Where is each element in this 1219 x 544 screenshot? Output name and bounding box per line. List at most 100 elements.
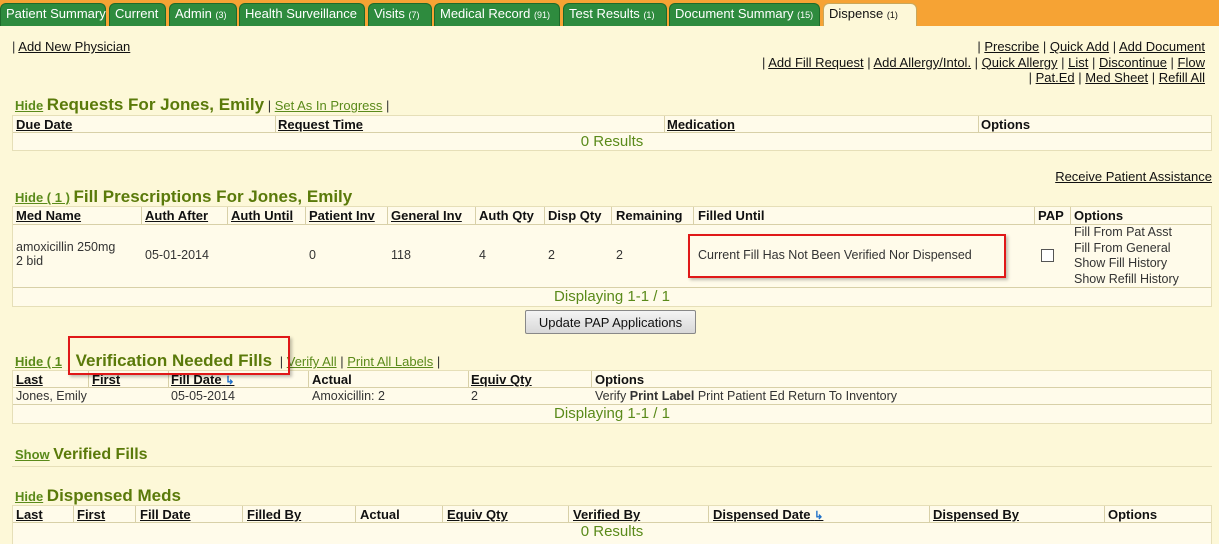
tab-patient-summary[interactable]: Patient Summary — [0, 3, 106, 26]
tab-visits[interactable]: Visits (7) — [368, 3, 432, 26]
dispensed-title: Dispensed Meds — [46, 486, 181, 505]
fill-title: Fill Prescriptions For Jones, Emily — [73, 187, 353, 206]
tab-medical-record[interactable]: Medical Record (91) — [434, 3, 560, 26]
last-cell: Jones, Emily — [16, 389, 87, 403]
auth-qty-cell: 4 — [479, 248, 486, 262]
tab-count: (3) — [215, 10, 227, 20]
col-filled-by[interactable]: Filled By — [247, 507, 301, 522]
prescribe-link[interactable]: Prescribe — [984, 39, 1039, 54]
col-verify-options: Options — [595, 372, 645, 387]
col-actual: Actual — [312, 372, 352, 387]
col-options: Options — [981, 117, 1031, 132]
flow-link[interactable]: Flow — [1178, 55, 1205, 70]
tab-bar: Patient Summary Current Admin (3) Health… — [0, 0, 1219, 26]
col-remaining: Remaining — [616, 208, 683, 223]
top-left-links: | Add New Physician — [12, 39, 131, 54]
actual-cell: Amoxicillin: 2 — [312, 389, 385, 403]
print-label-link[interactable]: Print Label — [630, 389, 695, 403]
dispensed-hide-link[interactable]: Hide — [15, 489, 43, 504]
fill-header: Hide ( 1 ) Fill Prescriptions For Jones,… — [15, 187, 352, 207]
col-dispensed-options: Options — [1108, 507, 1158, 522]
set-in-progress-link[interactable]: Set As In Progress — [275, 98, 383, 113]
refill-all-link[interactable]: Refill All — [1159, 70, 1205, 85]
print-all-labels-link[interactable]: Print All Labels — [347, 354, 433, 369]
fill-hide-link[interactable]: Hide ( 1 ) — [15, 190, 70, 205]
col-medication[interactable]: Medication — [667, 117, 735, 132]
tab-count: (1) — [886, 10, 898, 20]
tab-count: (91) — [533, 10, 550, 20]
tab-label: Medical Record — [440, 6, 531, 21]
add-document-link[interactable]: Add Document — [1119, 39, 1205, 54]
tab-dispense[interactable]: Dispense (1) — [823, 3, 917, 26]
col-equiv-qty[interactable]: Equiv Qty — [471, 372, 532, 387]
return-to-inventory-link[interactable]: Return To Inventory — [788, 389, 897, 403]
add-allergy-link[interactable]: Add Allergy/Intol. — [874, 55, 972, 70]
disp-qty-cell: 2 — [548, 248, 555, 262]
verification-hide-link[interactable]: Hide ( 1 — [15, 354, 62, 369]
add-fill-request-link[interactable]: Add Fill Request — [768, 55, 863, 70]
fill-from-general-link[interactable]: Fill From General — [1074, 241, 1179, 257]
link-row-1: | Prescribe | Quick Add | Add Document — [977, 39, 1205, 54]
col-dispensed-by[interactable]: Dispensed By — [933, 507, 1019, 522]
add-new-physician-link[interactable]: Add New Physician — [18, 39, 130, 54]
tab-document-summary[interactable]: Document Summary (15) — [669, 3, 820, 26]
col-patient-inv[interactable]: Patient Inv — [309, 208, 375, 223]
link-row-2: | Add Fill Request | Add Allergy/Intol. … — [761, 54, 1205, 70]
tab-test-results[interactable]: Test Results (1) — [563, 3, 667, 26]
tab-label: Visits — [374, 6, 405, 21]
verification-displaying: Displaying 1-1 / 1 — [554, 405, 670, 422]
fill-options-cell: Fill From Pat Asst Fill From General Sho… — [1074, 225, 1179, 287]
pat-ed-link[interactable]: Pat.Ed — [1036, 70, 1075, 85]
pap-checkbox[interactable] — [1041, 249, 1054, 262]
show-fill-history-link[interactable]: Show Fill History — [1074, 256, 1179, 272]
verified-show-link[interactable]: Show — [15, 447, 50, 462]
col-pap: PAP — [1038, 208, 1064, 223]
col-last[interactable]: Last — [16, 507, 43, 522]
med-sig-line: 2 bid — [16, 254, 44, 268]
verify-all-link[interactable]: Verify All — [287, 354, 337, 369]
tab-health-surveillance[interactable]: Health Surveillance — [239, 3, 365, 26]
col-due-date[interactable]: Due Date — [16, 117, 72, 132]
tab-label: Admin — [175, 6, 212, 21]
col-equiv-qty[interactable]: Equiv Qty — [447, 507, 508, 522]
verify-link[interactable]: Verify — [595, 389, 626, 403]
tab-label: Health Surveillance — [245, 6, 358, 21]
quick-add-link[interactable]: Quick Add — [1050, 39, 1109, 54]
tab-admin[interactable]: Admin (3) — [169, 3, 237, 26]
print-patient-ed-link[interactable]: Print Patient Ed — [698, 389, 785, 403]
show-refill-history-link[interactable]: Show Refill History — [1074, 272, 1179, 288]
col-request-time[interactable]: Request Time — [278, 117, 363, 132]
patient-inv-cell: 0 — [309, 248, 316, 262]
general-inv-cell: 118 — [391, 248, 411, 262]
sort-down-icon: ↳ — [814, 510, 824, 522]
col-dispensed-date-label: Dispensed Date — [713, 507, 811, 522]
tab-label: Patient Summary — [6, 6, 106, 21]
update-pap-applications-button[interactable]: Update PAP Applications — [525, 310, 696, 334]
discontinue-link[interactable]: Discontinue — [1099, 55, 1167, 70]
col-dispensed-date[interactable]: Dispensed Date ↳ — [713, 507, 823, 522]
fill-from-pat-asst-link[interactable]: Fill From Pat Asst — [1074, 225, 1179, 241]
tab-current[interactable]: Current — [109, 3, 166, 26]
receive-patient-assistance-link[interactable]: Receive Patient Assistance — [1055, 169, 1212, 184]
col-auth-until[interactable]: Auth Until — [231, 208, 293, 223]
med-sheet-link[interactable]: Med Sheet — [1085, 70, 1148, 85]
col-general-inv[interactable]: General Inv — [391, 208, 462, 223]
col-first[interactable]: First — [77, 507, 105, 522]
auth-after-cell: 05-01-2014 — [145, 248, 209, 262]
med-name-cell: amoxicillin 250mg 2 bid — [16, 240, 115, 268]
verify-options-cell: Verify Print Label Print Patient Ed Retu… — [595, 389, 897, 403]
fill-date-cell: 05-05-2014 — [171, 389, 235, 403]
verified-header: Show Verified Fills — [15, 446, 148, 464]
col-med-name[interactable]: Med Name — [16, 208, 81, 223]
tab-count: (1) — [643, 10, 655, 20]
top-right-links: | Prescribe | Quick Add | Add Document |… — [762, 39, 1205, 86]
col-fill-date[interactable]: Fill Date — [140, 507, 191, 522]
tab-label: Dispense — [829, 6, 884, 21]
tab-count: (15) — [797, 10, 814, 20]
requests-hide-link[interactable]: Hide — [15, 98, 43, 113]
list-link[interactable]: List — [1068, 55, 1088, 70]
col-last[interactable]: Last — [16, 372, 43, 387]
col-auth-after[interactable]: Auth After — [145, 208, 208, 223]
col-verified-by[interactable]: Verified By — [573, 507, 640, 522]
quick-allergy-link[interactable]: Quick Allergy — [982, 55, 1058, 70]
